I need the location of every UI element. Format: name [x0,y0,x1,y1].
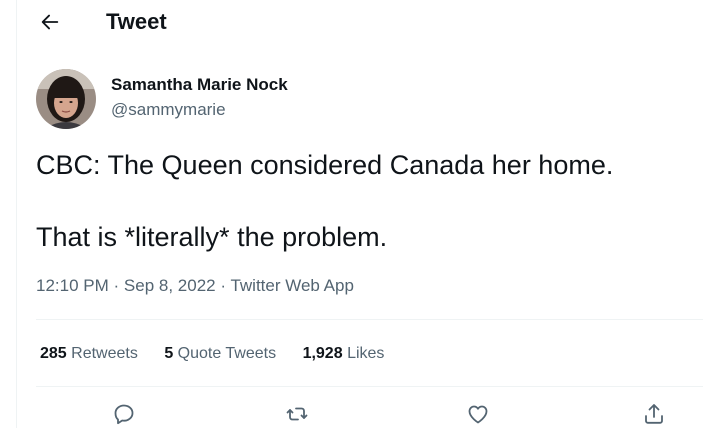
avatar-image [36,69,96,129]
reply-button[interactable] [109,399,139,429]
like-button[interactable] [463,399,493,429]
quotes-count: 5 [164,345,174,362]
retweet-icon [286,407,308,421]
meta-separator: · [113,276,120,295]
tweet-time[interactable]: 12:10 PM [36,276,109,295]
header: Tweet [16,0,703,44]
quotes-label: Quote Tweets [177,345,277,362]
tweet-text-line: That is *literally* the problem. [36,222,388,252]
avatar[interactable] [36,69,96,129]
retweets-label: Retweets [71,345,138,362]
retweets-stat[interactable]: 285 Retweets [40,343,138,365]
page-title: Tweet [106,9,167,34]
likes-count: 1,928 [302,345,343,362]
tweet-source[interactable]: Twitter Web App [230,276,353,295]
author-handle[interactable]: @sammymarie [111,99,226,121]
column-border [16,0,17,428]
retweets-count: 285 [40,345,67,362]
likes-label: Likes [347,345,385,362]
meta-separator: · [220,276,227,295]
retweet-button[interactable] [282,399,312,429]
tweet-text-line: CBC: The Queen considered Canada her hom… [36,150,614,180]
likes-stat[interactable]: 1,928 Likes [303,343,385,365]
tweet-meta: 12:10 PM · Sep 8, 2022 · Twitter Web App [36,275,354,297]
share-icon [645,404,663,424]
divider [36,386,703,387]
reply-icon [114,404,134,425]
share-button[interactable] [639,399,669,429]
tweet-stats: 285 Retweets 5 Quote Tweets 1,928 Likes [40,343,406,365]
back-button[interactable] [34,6,66,38]
divider [36,319,703,320]
heart-icon [468,405,488,424]
tweet-date[interactable]: Sep 8, 2022 [124,276,216,295]
author-name[interactable]: Samantha Marie Nock [111,74,288,96]
quote-tweets-stat[interactable]: 5 Quote Tweets [164,343,276,365]
arrow-left-icon [41,14,59,30]
